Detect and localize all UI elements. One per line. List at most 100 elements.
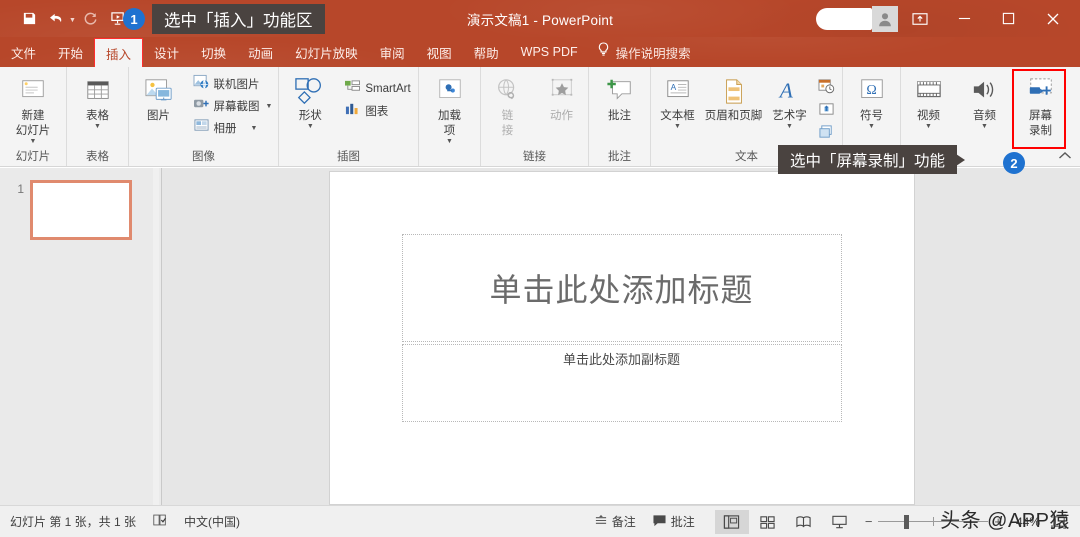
close-icon[interactable] bbox=[1030, 4, 1076, 34]
date-time-icon[interactable] bbox=[816, 75, 838, 96]
list-item[interactable]: 1 bbox=[0, 180, 132, 240]
normal-view-icon[interactable] bbox=[714, 509, 749, 534]
action-button: 动作 bbox=[535, 72, 589, 123]
slide-number-icon[interactable] bbox=[816, 98, 838, 119]
subtitle-placeholder[interactable]: 单击此处添加副标题 bbox=[401, 343, 842, 422]
group-label-slides: 幻灯片 bbox=[15, 151, 51, 163]
badge-step-2: 2 bbox=[1003, 152, 1025, 174]
link-icon bbox=[493, 74, 523, 108]
maximize-icon[interactable] bbox=[986, 4, 1030, 34]
screen-recording-label-1: 屏幕 bbox=[1029, 110, 1052, 122]
group-label-links: 链接 bbox=[523, 151, 546, 163]
zoom-handle[interactable] bbox=[904, 514, 910, 529]
symbol-icon: Ω bbox=[857, 74, 887, 108]
titlebar-right-controls bbox=[816, 0, 1080, 37]
tab-design[interactable]: 设计 bbox=[143, 37, 190, 67]
comments-button[interactable]: 批注 bbox=[652, 513, 695, 530]
tab-insert[interactable]: 插入 bbox=[94, 38, 144, 67]
new-comment-button[interactable]: 批注 bbox=[593, 72, 647, 123]
language-label[interactable]: 中文(中国) bbox=[184, 513, 240, 530]
new-slide-label-2: 幻灯片 bbox=[15, 125, 51, 137]
text-box-button[interactable]: A 文本框 ▼ bbox=[654, 72, 702, 131]
tab-home[interactable]: 开始 bbox=[47, 37, 94, 67]
screen-recording-button[interactable]: 屏幕 录制 bbox=[1014, 72, 1068, 138]
status-bar-left: 幻灯片 第 1 张，共 1 张 中文(中国) bbox=[0, 513, 240, 530]
online-pictures-button[interactable]: 联机图片 bbox=[190, 73, 276, 95]
minimize-icon[interactable] bbox=[942, 4, 986, 34]
smartart-icon bbox=[344, 79, 361, 99]
slide-count-label: 幻灯片 第 1 张，共 1 张 bbox=[10, 515, 137, 529]
redo-icon[interactable] bbox=[78, 7, 104, 31]
tell-me-area[interactable]: 操作说明搜索 bbox=[597, 37, 691, 67]
chevron-down-icon[interactable]: ▼ bbox=[94, 123, 101, 131]
chevron-down-icon[interactable]: ▼ bbox=[446, 138, 453, 146]
undo-icon[interactable] bbox=[44, 7, 70, 31]
ribbon-group-slides: 新建 幻灯片 ▼ 幻灯片 bbox=[0, 67, 66, 166]
symbol-button[interactable]: Ω 符号 ▼ bbox=[845, 72, 899, 131]
wordart-button[interactable]: A 艺术字 ▼ bbox=[766, 72, 814, 131]
chevron-down-icon[interactable]: ▼ bbox=[674, 123, 681, 131]
ribbon-group-links: 链 接 动作 链接 bbox=[480, 67, 588, 166]
group-label-illustrations: 插图 bbox=[337, 151, 360, 163]
notes-button[interactable]: 备注 bbox=[594, 513, 636, 530]
action-icon bbox=[547, 74, 577, 108]
tab-view[interactable]: 视图 bbox=[416, 37, 463, 67]
chart-button[interactable]: 图表 bbox=[341, 100, 413, 122]
photo-album-label: 相册 bbox=[213, 123, 237, 135]
save-icon[interactable] bbox=[16, 7, 42, 31]
reading-view-icon[interactable] bbox=[787, 510, 821, 534]
avatar[interactable] bbox=[872, 5, 898, 32]
chevron-down-icon[interactable]: ▼ bbox=[981, 123, 988, 131]
photo-album-button[interactable]: 相册 ▼ bbox=[190, 117, 276, 139]
tell-me-input[interactable]: 操作说明搜索 bbox=[616, 43, 691, 62]
slideshow-icon[interactable] bbox=[823, 510, 857, 534]
picture-button[interactable]: 图片 bbox=[132, 72, 186, 123]
add-ins-button[interactable]: 加载 项 ▼ bbox=[423, 72, 477, 146]
ribbon-group-illustrations: 形状 ▼ SmartArt 图表 插图 bbox=[278, 67, 418, 166]
tab-wps-pdf[interactable]: WPS PDF bbox=[510, 37, 589, 67]
tab-review[interactable]: 审阅 bbox=[369, 37, 416, 67]
group-label-tables: 表格 bbox=[86, 151, 109, 163]
shapes-label: 形状 bbox=[298, 110, 322, 122]
svg-text:A: A bbox=[777, 78, 793, 102]
tab-transitions[interactable]: 切换 bbox=[190, 37, 237, 67]
header-footer-icon bbox=[721, 74, 747, 108]
slide-canvas[interactable]: 单击此处添加标题 单击此处添加副标题 bbox=[329, 171, 914, 504]
text-mini-buttons bbox=[814, 72, 840, 142]
thumbnail-scrollbar[interactable] bbox=[153, 168, 159, 505]
chevron-down-icon[interactable]: ▼ bbox=[786, 123, 793, 131]
slide-sorter-icon[interactable] bbox=[751, 510, 785, 534]
new-slide-button[interactable]: 新建 幻灯片 ▼ bbox=[6, 72, 60, 146]
title-placeholder[interactable]: 单击此处添加标题 bbox=[401, 233, 842, 342]
tab-slideshow[interactable]: 幻灯片放映 bbox=[284, 37, 369, 67]
header-footer-button[interactable]: 页眉和页脚 bbox=[702, 72, 766, 123]
spellcheck-icon[interactable] bbox=[152, 513, 168, 530]
zoom-out-button[interactable]: − bbox=[865, 514, 873, 529]
tab-file[interactable]: 文件 bbox=[0, 37, 47, 67]
tab-help[interactable]: 帮助 bbox=[463, 37, 510, 67]
chevron-down-icon[interactable]: ▼ bbox=[30, 138, 37, 146]
title-placeholder-text: 单击此处添加标题 bbox=[489, 271, 754, 308]
chevron-down-icon[interactable]: ▼ bbox=[251, 125, 258, 132]
chevron-up-icon[interactable] bbox=[1058, 151, 1072, 164]
images-small-buttons: 联机图片 屏幕截图 ▼ 相册 ▼ bbox=[190, 72, 276, 139]
chevron-down-icon[interactable]: ▼ bbox=[266, 103, 273, 110]
svg-text:Ω: Ω bbox=[866, 83, 876, 98]
ribbon-display-options-icon[interactable] bbox=[898, 4, 942, 34]
screenshot-button[interactable]: 屏幕截图 ▼ bbox=[190, 95, 276, 117]
tab-animations[interactable]: 动画 bbox=[237, 37, 284, 67]
video-button[interactable]: 视频 ▼ bbox=[902, 72, 956, 131]
new-slide-icon bbox=[18, 74, 48, 108]
new-comment-icon bbox=[604, 74, 636, 108]
notes-label: 备注 bbox=[611, 515, 636, 529]
table-button[interactable]: 表格 ▼ bbox=[71, 72, 125, 131]
chevron-down-icon[interactable]: ▼ bbox=[868, 123, 875, 131]
slide-thumbnail-1[interactable] bbox=[30, 180, 132, 240]
object-icon[interactable] bbox=[816, 121, 838, 142]
shapes-button[interactable]: 形状 ▼ bbox=[283, 72, 337, 131]
chevron-down-icon[interactable]: ▼ bbox=[925, 123, 932, 131]
smartart-button[interactable]: SmartArt bbox=[341, 78, 413, 100]
audio-button[interactable]: 音频 ▼ bbox=[958, 72, 1012, 131]
undo-dropdown-caret[interactable]: ▼ bbox=[69, 17, 76, 24]
chevron-down-icon[interactable]: ▼ bbox=[307, 123, 314, 131]
